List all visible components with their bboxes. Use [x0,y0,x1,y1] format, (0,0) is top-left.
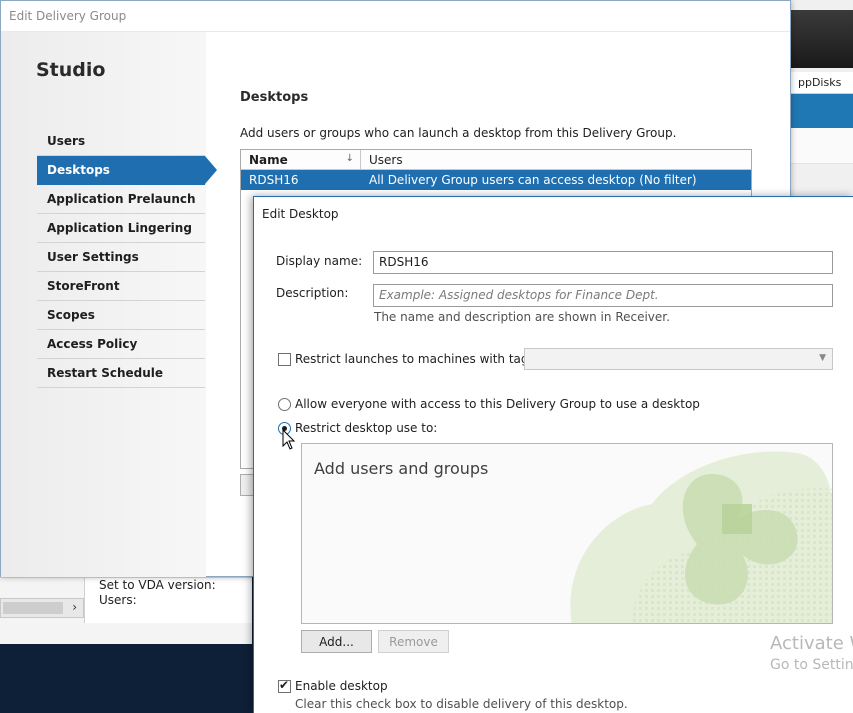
activation-watermark-sub: Go to Settings [770,657,853,673]
chevron-down-icon: ▼ [819,353,826,363]
display-name-input[interactable] [379,255,832,269]
nav-item-access-policy[interactable]: Access Policy [37,330,205,359]
tag-dropdown[interactable]: ▼ [524,348,833,370]
name-hint: The name and description are shown in Re… [374,310,670,324]
restrict-use-label[interactable]: Restrict desktop use to: [295,421,437,435]
users-label: Users: [99,593,137,607]
studio-brand: Studio [36,59,106,81]
activation-watermark: Activate W [770,633,853,654]
nav-item-restart-schedule[interactable]: Restart Schedule [37,359,205,388]
users-area-title: Add users and groups [314,459,489,478]
details-panel: Set to VDA version: Users: [84,578,252,623]
vda-version-label: Set to VDA version: [99,578,216,592]
page-description: Add users or groups who can launch a des… [240,126,677,140]
display-name-field[interactable] [373,251,833,274]
restrict-tag-checkbox[interactable] [278,353,291,366]
table-header: Name ↓ Users [241,150,751,170]
scroll-right-icon[interactable]: › [72,600,77,614]
users-groups-list[interactable]: Add users and groups [301,443,833,624]
edit-desktop-dialog: Edit Desktop Display name: Description: … [253,196,853,713]
column-header-name[interactable]: Name ↓ [241,150,361,169]
description-label: Description: [276,286,349,300]
allow-everyone-label[interactable]: Allow everyone with access to this Deliv… [295,397,700,411]
mouse-cursor-icon [282,429,296,450]
column-name-label: Name [249,153,288,167]
wizard-nav: Users Desktops Application Prelaunch Applic… [37,127,217,388]
enable-desktop-hint: Clear this check box to disable delivery… [295,697,628,711]
background-row[interactable] [790,128,853,164]
nav-item-storefront[interactable]: StoreFront [37,272,205,301]
table-row[interactable]: RDSH16 All Delivery Group users can acce… [241,170,751,190]
enable-desktop-label[interactable]: Enable desktop [295,679,388,693]
nav-item-application-lingering[interactable]: Application Lingering [37,214,205,243]
nav-item-scopes[interactable]: Scopes [37,301,205,330]
background-header [790,10,853,68]
add-button[interactable]: Add... [301,630,372,653]
nav-item-desktops[interactable]: Desktops [37,156,217,185]
nav-item-users[interactable]: Users [37,127,205,156]
horizontal-scrollbar[interactable]: › [0,598,84,618]
background-selected-row[interactable] [790,94,853,128]
window-title: Edit Delivery Group [1,1,790,32]
display-name-label: Display name: [276,254,363,268]
row-users: All Delivery Group users can access desk… [369,173,697,187]
enable-desktop-checkbox[interactable] [278,678,291,693]
background-column-header[interactable]: ppDisks [790,72,853,94]
allow-everyone-radio[interactable] [278,398,291,411]
row-name: RDSH16 [249,173,299,187]
remove-button[interactable]: Remove [378,630,449,653]
description-field[interactable] [373,284,833,307]
nav-item-user-settings[interactable]: User Settings [37,243,205,272]
page-title: Desktops [240,90,309,105]
restrict-tag-label[interactable]: Restrict launches to machines with tag: [295,352,533,366]
nav-item-application-prelaunch[interactable]: Application Prelaunch [37,185,205,214]
background-details-pane: › Set to VDA version: Users: [0,577,252,644]
description-input[interactable] [379,288,832,302]
dialog-title: Edit Desktop [262,207,339,221]
sort-descending-icon: ↓ [345,153,354,164]
scrollbar-thumb[interactable] [3,602,63,614]
column-header-users[interactable]: Users [361,150,403,169]
